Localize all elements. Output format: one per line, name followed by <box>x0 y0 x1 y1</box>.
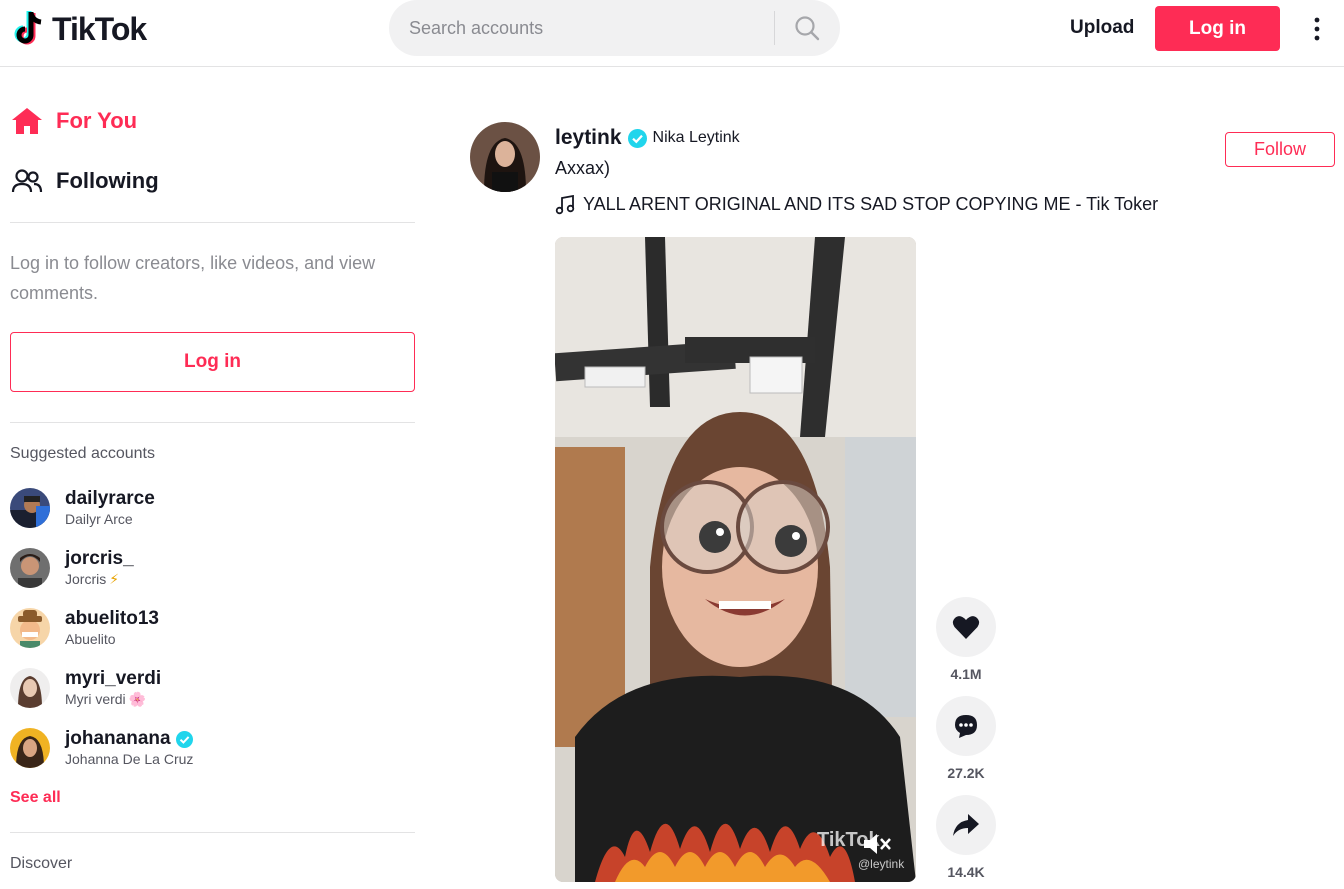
avatar <box>10 608 50 648</box>
comment-bubble-icon <box>955 715 977 738</box>
sidebar-divider <box>10 422 415 423</box>
discover-title: Discover <box>10 855 73 872</box>
share-action: 14.4K <box>936 795 996 880</box>
top-header: TikTok Upload Log in <box>0 0 1344 67</box>
sidebar-login-button[interactable]: Log in <box>10 332 415 392</box>
account-name: Abuelito <box>65 631 116 647</box>
share-arrow-icon <box>953 814 979 836</box>
like-button[interactable] <box>936 597 996 657</box>
post-caption: Axxax) <box>555 158 611 178</box>
post-music-title: YALL ARENT ORIGINAL AND ITS SAD STOP COP… <box>583 194 1159 214</box>
post-music-link[interactable]: YALL ARENT ORIGINAL AND ITS SAD STOP COP… <box>555 194 1158 215</box>
logo-wordmark: TikTok <box>52 10 147 47</box>
search-bar <box>389 0 840 56</box>
home-icon <box>12 108 42 134</box>
suggested-account-jorcris[interactable]: jorcris_ Jorcris ⚡ <box>10 542 410 594</box>
account-username: abuelito13 <box>65 608 159 629</box>
flower-emoji-icon: 🌸 <box>128 691 147 707</box>
search-icon <box>795 16 820 41</box>
post-username[interactable]: leytink <box>555 126 622 150</box>
avatar <box>10 488 50 528</box>
music-note-icon <box>555 194 575 214</box>
lightning-emoji-icon: ⚡ <box>109 571 120 587</box>
sidebar-divider <box>10 222 415 223</box>
account-name: Dailyr Arce <box>65 511 133 527</box>
account-username: myri_verdi <box>65 668 162 689</box>
verified-badge-icon <box>627 128 647 148</box>
video-player[interactable]: TikTok @leytink <box>555 237 916 882</box>
share-count: 14.4K <box>947 864 985 880</box>
avatar <box>10 668 50 708</box>
comment-action: 27.2K <box>936 696 996 781</box>
suggested-account-dailyrarce[interactable]: dailyrarce Dailyr Arce <box>10 482 410 534</box>
upload-button[interactable]: Upload <box>1064 16 1140 40</box>
suggested-account-myri-verdi[interactable]: myri_verdi Myri verdi 🌸 <box>10 662 410 714</box>
account-name: Myri verdi <box>65 691 126 707</box>
people-icon <box>11 169 43 193</box>
tiktok-logo[interactable]: TikTok <box>14 10 147 48</box>
heart-icon <box>952 616 980 639</box>
follow-button[interactable]: Follow <box>1225 132 1335 167</box>
suggested-accounts-title: Suggested accounts <box>10 445 155 462</box>
see-all-link[interactable]: See all <box>10 789 61 807</box>
share-button[interactable] <box>936 795 996 855</box>
video-frame-image <box>555 237 916 882</box>
comment-button[interactable] <box>936 696 996 756</box>
header-login-button[interactable]: Log in <box>1155 6 1280 51</box>
login-hint-text: Log in to follow creators, like videos, … <box>10 253 376 303</box>
account-username: dailyrarce <box>65 488 155 509</box>
account-username: jorcris_ <box>65 548 134 569</box>
search-input[interactable] <box>389 0 774 56</box>
sidebar: For You Following Log in to follow creat… <box>0 67 425 889</box>
more-options-button[interactable] <box>1305 14 1329 44</box>
like-action: 4.1M <box>936 597 996 682</box>
verified-badge-icon <box>175 730 193 748</box>
mute-button[interactable] <box>859 829 895 859</box>
comment-count: 27.2K <box>947 765 985 781</box>
nav-for-you-label: For You <box>56 108 138 133</box>
watermark-username: @leytink <box>858 857 905 871</box>
nav-for-you[interactable]: For You <box>10 106 137 136</box>
search-button[interactable] <box>775 0 839 56</box>
account-name: Jorcris <box>65 571 107 587</box>
account-name: Johanna De La Cruz <box>65 751 194 767</box>
nav-following[interactable]: Following <box>10 166 159 196</box>
suggested-account-abuelito13[interactable]: abuelito13 Abuelito <box>10 602 410 654</box>
suggested-account-johananana[interactable]: johananana Johanna De La Cruz <box>10 722 410 774</box>
avatar <box>10 548 50 588</box>
post-author-avatar[interactable] <box>470 122 540 192</box>
account-username: johananana <box>65 728 171 749</box>
post-nickname: Nika Leytink <box>652 129 740 146</box>
speaker-muted-icon <box>864 834 891 854</box>
nav-following-label: Following <box>56 168 159 193</box>
avatar <box>10 728 50 768</box>
like-count: 4.1M <box>950 666 982 682</box>
tiktok-note-icon <box>14 11 42 45</box>
sidebar-divider <box>10 832 415 833</box>
post-author[interactable]: leytink Nika Leytink <box>555 126 740 150</box>
vertical-dots-icon <box>1314 17 1320 41</box>
